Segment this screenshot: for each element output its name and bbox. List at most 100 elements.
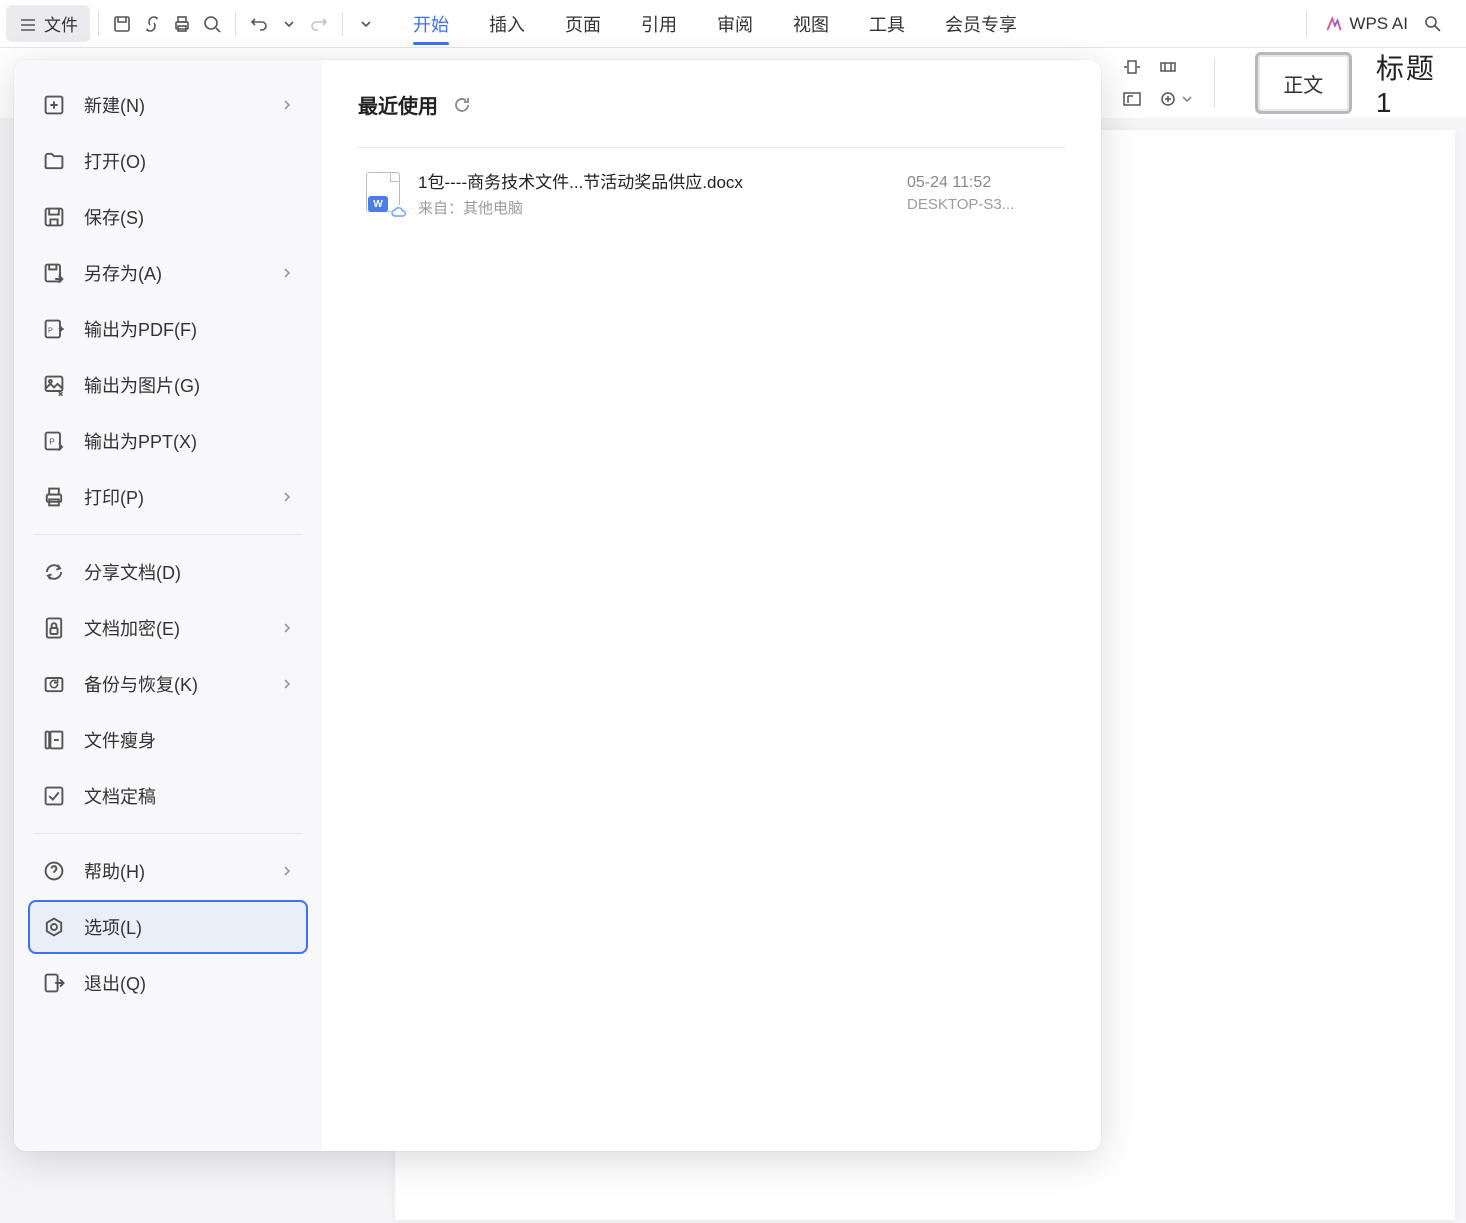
undo-button[interactable] bbox=[244, 9, 274, 39]
print-icon bbox=[42, 485, 66, 509]
redo-button[interactable] bbox=[304, 9, 334, 39]
ribbon-tabs: 开始 插入 页面 引用 审阅 视图 工具 会员专享 bbox=[393, 1, 1037, 47]
menu-item-new[interactable]: 新建(N) bbox=[28, 78, 308, 132]
menu-item-exportppt[interactable]: P输出为PPT(X) bbox=[28, 414, 308, 468]
menu-item-label: 保存(S) bbox=[84, 204, 294, 230]
tab-view[interactable]: 视图 bbox=[773, 1, 849, 47]
menu-item-exportpdf[interactable]: P 输出为PDF(F) bbox=[28, 302, 308, 356]
tab-start[interactable]: 开始 bbox=[393, 1, 469, 47]
menu-item-save[interactable]: 保存(S) bbox=[28, 190, 308, 244]
save-icon bbox=[42, 205, 66, 229]
search-button[interactable] bbox=[1418, 9, 1448, 39]
menu-item-exportimg[interactable]: 输出为图片(G) bbox=[28, 358, 308, 412]
menu-item-label: 输出为图片(G) bbox=[84, 372, 294, 398]
saveas-icon bbox=[42, 261, 66, 285]
file-location: DESKTOP-S3... bbox=[907, 196, 1057, 213]
menu-item-label: 分享文档(D) bbox=[84, 559, 294, 585]
refresh-icon[interactable] bbox=[452, 95, 472, 115]
backup-icon bbox=[42, 672, 66, 696]
tab-tools[interactable]: 工具 bbox=[849, 1, 925, 47]
ribbon-icon-b[interactable] bbox=[1118, 85, 1146, 113]
file-menu-button[interactable]: 文件 bbox=[6, 5, 90, 42]
ribbon-icon-c[interactable] bbox=[1154, 53, 1182, 81]
recent-header: 最近使用 bbox=[358, 90, 1065, 119]
main-toolbar: 文件 开始 插入 页面 引用 审阅 视图 工具 会员专享 WPS AI bbox=[0, 0, 1466, 48]
menu-item-encrypt[interactable]: 文档加密(E) bbox=[28, 601, 308, 655]
menu-item-options[interactable]: 选项(L) bbox=[28, 900, 308, 954]
chevron-right-icon bbox=[280, 621, 294, 635]
save-icon bbox=[112, 14, 132, 34]
menu-item-help[interactable]: 帮助(H) bbox=[28, 844, 308, 898]
exportppt-icon: P bbox=[42, 429, 66, 453]
chevron-down-icon bbox=[360, 18, 372, 30]
style-normal[interactable]: 正文 bbox=[1255, 52, 1352, 114]
menu-item-saveas[interactable]: 另存为(A) bbox=[28, 246, 308, 300]
menu-item-exit[interactable]: 退出(Q) bbox=[28, 956, 308, 1010]
style-normal-label: 正文 bbox=[1283, 69, 1323, 98]
menu-divider bbox=[34, 534, 302, 535]
fit-icon bbox=[1122, 57, 1142, 77]
print-icon bbox=[172, 14, 192, 34]
menu-item-open[interactable]: 打开(O) bbox=[28, 134, 308, 188]
menu-item-print[interactable]: 打印(P) bbox=[28, 470, 308, 524]
style-gallery: 正文 标题 1 bbox=[1255, 47, 1454, 119]
tab-page[interactable]: 页面 bbox=[545, 1, 621, 47]
menu-item-label: 帮助(H) bbox=[84, 858, 262, 884]
separator bbox=[1214, 58, 1215, 108]
chevron-right-icon bbox=[280, 266, 294, 280]
menu-item-slim[interactable]: 文件瘦身 bbox=[28, 713, 308, 767]
more-dropdown[interactable] bbox=[351, 9, 381, 39]
new-icon bbox=[42, 93, 66, 117]
menu-item-label: 备份与恢复(K) bbox=[84, 671, 262, 697]
menu-item-share[interactable]: 分享文档(D) bbox=[28, 545, 308, 599]
wps-ai-label: WPS AI bbox=[1349, 14, 1408, 34]
menu-item-backup[interactable]: 备份与恢复(K) bbox=[28, 657, 308, 711]
menu-item-label: 打开(O) bbox=[84, 148, 294, 174]
save-button[interactable] bbox=[107, 9, 137, 39]
undo-icon bbox=[249, 14, 269, 34]
file-name: 1包----商务技术文件...节活动奖品供应.docx bbox=[418, 168, 891, 193]
ribbon-icon-a[interactable] bbox=[1118, 53, 1146, 81]
docx-file-icon: W bbox=[366, 172, 402, 214]
tab-review[interactable]: 审阅 bbox=[697, 1, 773, 47]
help-icon bbox=[42, 859, 66, 883]
chevron-down-icon bbox=[283, 18, 295, 30]
file-source: 来自：其他电脑 bbox=[418, 197, 891, 218]
undo-dropdown[interactable] bbox=[274, 9, 304, 39]
toolbar-right: WPS AI bbox=[1298, 9, 1460, 39]
tab-insert[interactable]: 插入 bbox=[469, 1, 545, 47]
ribbon-icons bbox=[1118, 53, 1192, 113]
file-right: 05-24 11:52 DESKTOP-S3... bbox=[907, 174, 1057, 213]
preview-icon bbox=[202, 14, 222, 34]
redo-icon bbox=[309, 14, 329, 34]
recent-file-item[interactable]: W 1包----商务技术文件...节活动奖品供应.docx 来自：其他电脑 05… bbox=[358, 158, 1065, 228]
menu-item-label: 文档加密(E) bbox=[84, 615, 262, 641]
separator bbox=[235, 12, 236, 36]
ribbon-icon-d[interactable] bbox=[1154, 85, 1182, 113]
svg-text:P: P bbox=[48, 326, 53, 335]
share-button[interactable] bbox=[137, 9, 167, 39]
separator bbox=[1306, 12, 1307, 36]
file-meta: 1包----商务技术文件...节活动奖品供应.docx 来自：其他电脑 bbox=[418, 168, 891, 218]
tab-member[interactable]: 会员专享 bbox=[925, 1, 1037, 47]
chevron-right-icon bbox=[280, 98, 294, 112]
separator bbox=[342, 12, 343, 36]
tab-reference[interactable]: 引用 bbox=[621, 1, 697, 47]
file-menu-panel: 新建(N) 打开(O) 保存(S) 另存为(A) P 输出为PDF(F) 输出为图片(G) P… bbox=[14, 60, 1101, 1151]
exportimg-icon bbox=[42, 373, 66, 397]
finalize-icon bbox=[42, 784, 66, 808]
menu-item-finalize[interactable]: 文档定稿 bbox=[28, 769, 308, 823]
menu-item-label: 文件瘦身 bbox=[84, 727, 294, 753]
print-button[interactable] bbox=[167, 9, 197, 39]
preview-button[interactable] bbox=[197, 9, 227, 39]
open-icon bbox=[42, 149, 66, 173]
exportpdf-icon: P bbox=[42, 317, 66, 341]
chevron-right-icon bbox=[280, 490, 294, 504]
wps-ai-icon bbox=[1325, 15, 1343, 33]
menu-item-label: 输出为PDF(F) bbox=[84, 316, 294, 342]
encrypt-icon bbox=[42, 616, 66, 640]
recent-title: 最近使用 bbox=[358, 90, 438, 119]
wps-ai-button[interactable]: WPS AI bbox=[1325, 14, 1408, 34]
separator bbox=[98, 12, 99, 36]
style-heading-1[interactable]: 标题 1 bbox=[1362, 47, 1454, 119]
